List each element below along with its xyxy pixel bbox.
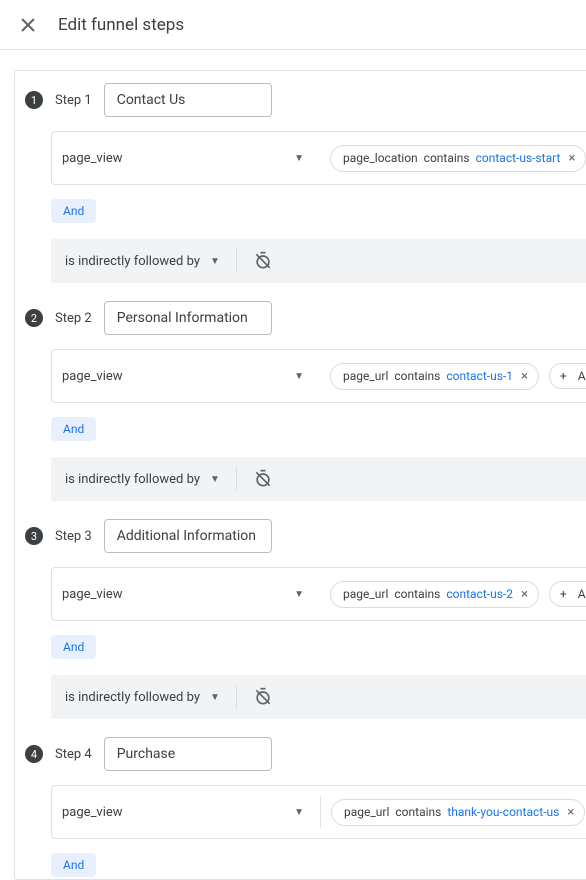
followed-by-bar: is indirectly followed by ▼ bbox=[51, 675, 586, 719]
event-select[interactable]: page_view ▼ bbox=[62, 146, 310, 170]
step-name-input[interactable] bbox=[104, 83, 272, 117]
funnel-step: 4 Step 4 page_view ▼ page_url contains th… bbox=[25, 737, 586, 879]
condition-block: page_view ▼ page_url contains contact-us-… bbox=[51, 567, 586, 621]
step-label: Step 1 bbox=[55, 93, 92, 108]
step-head: 4 Step 4 bbox=[25, 737, 586, 771]
steps-container: 1 Step 1 page_view ▼ page_location contai… bbox=[14, 70, 586, 880]
event-name: page_view bbox=[62, 151, 123, 166]
condition-value: contact-us-1 bbox=[446, 369, 513, 383]
condition-value: contact-us-start bbox=[476, 151, 561, 165]
steps-scroll: 1 Step 1 page_view ▼ page_location contai… bbox=[0, 50, 586, 880]
step-name-input[interactable] bbox=[104, 519, 272, 553]
dialog-title: Edit funnel steps bbox=[58, 15, 184, 35]
remove-condition-icon[interactable]: × bbox=[568, 151, 575, 166]
add-condition-button[interactable]: + Ad bbox=[549, 363, 586, 389]
timer-off-icon[interactable] bbox=[253, 251, 273, 271]
and-operator-button[interactable]: And bbox=[51, 417, 96, 441]
chevron-down-icon: ▼ bbox=[294, 153, 304, 164]
condition-row: page_view ▼ page_url contains thank-you-c… bbox=[62, 796, 586, 828]
followed-by-label: is indirectly followed by bbox=[65, 690, 200, 705]
step-number-badge: 2 bbox=[25, 309, 43, 327]
remove-condition-icon[interactable]: × bbox=[567, 805, 574, 820]
condition-value: contact-us-2 bbox=[446, 587, 513, 601]
and-operator-button[interactable]: And bbox=[51, 853, 96, 877]
followed-by-label: is indirectly followed by bbox=[65, 472, 200, 487]
event-select[interactable]: page_view ▼ bbox=[62, 364, 310, 388]
plus-icon: + bbox=[560, 369, 567, 383]
step-body: page_view ▼ page_location contains contac… bbox=[51, 131, 586, 225]
funnel-step: 1 Step 1 page_view ▼ page_location contai… bbox=[25, 83, 586, 283]
timer-off-icon[interactable] bbox=[253, 469, 273, 489]
chevron-down-icon: ▼ bbox=[210, 256, 220, 267]
condition-row: page_view ▼ page_url contains contact-us-… bbox=[62, 360, 586, 392]
step-head: 1 Step 1 bbox=[25, 83, 586, 117]
funnel-step: 3 Step 3 page_view ▼ page_url contains co… bbox=[25, 519, 586, 719]
chevron-down-icon: ▼ bbox=[294, 807, 304, 818]
followed-by-bar: is indirectly followed by ▼ bbox=[51, 457, 586, 501]
event-name: page_view bbox=[62, 369, 123, 384]
followed-by-select[interactable]: is indirectly followed by ▼ bbox=[65, 472, 220, 487]
condition-param: page_location bbox=[343, 151, 418, 165]
followed-by-bar: is indirectly followed by ▼ bbox=[51, 239, 586, 283]
plus-icon: + bbox=[560, 587, 567, 601]
condition-param: page_url bbox=[343, 587, 388, 601]
followed-by-select[interactable]: is indirectly followed by ▼ bbox=[65, 690, 220, 705]
close-icon[interactable] bbox=[16, 13, 40, 37]
chevron-down-icon: ▼ bbox=[210, 474, 220, 485]
event-name: page_view bbox=[62, 587, 123, 602]
add-label: Ad bbox=[578, 587, 586, 601]
condition-value: thank-you-contact-us bbox=[447, 805, 559, 819]
and-operator-button[interactable]: And bbox=[51, 635, 96, 659]
remove-condition-icon[interactable]: × bbox=[521, 369, 528, 384]
step-name-input[interactable] bbox=[104, 737, 272, 771]
chevron-down-icon: ▼ bbox=[210, 692, 220, 703]
chevron-down-icon: ▼ bbox=[294, 589, 304, 600]
add-condition-button[interactable]: + Ad bbox=[549, 581, 586, 607]
condition-block: page_view ▼ page_url contains thank-you-c… bbox=[51, 785, 586, 839]
condition-block: page_view ▼ page_url contains contact-us-… bbox=[51, 349, 586, 403]
event-select[interactable]: page_view ▼ bbox=[62, 582, 310, 606]
step-body: page_view ▼ page_url contains thank-you-c… bbox=[51, 785, 586, 879]
step-number-badge: 1 bbox=[25, 91, 43, 109]
step-head: 3 Step 3 bbox=[25, 519, 586, 553]
condition-chip[interactable]: page_location contains contact-us-start … bbox=[330, 145, 586, 172]
condition-chip[interactable]: page_url contains contact-us-1 × bbox=[330, 363, 539, 390]
condition-param: page_url bbox=[343, 369, 388, 383]
step-body: page_view ▼ page_url contains contact-us-… bbox=[51, 349, 586, 443]
event-select[interactable]: page_view ▼ bbox=[62, 800, 310, 824]
condition-chip[interactable]: page_url contains contact-us-2 × bbox=[330, 581, 539, 608]
funnel-step: 2 Step 2 page_view ▼ page_url contains co… bbox=[25, 301, 586, 501]
chevron-down-icon: ▼ bbox=[294, 371, 304, 382]
vertical-divider bbox=[236, 249, 237, 273]
vertical-divider bbox=[236, 467, 237, 491]
step-name-input[interactable] bbox=[104, 301, 272, 335]
condition-block: page_view ▼ page_location contains contac… bbox=[51, 131, 586, 185]
followed-by-select[interactable]: is indirectly followed by ▼ bbox=[65, 254, 220, 269]
condition-row: page_view ▼ page_url contains contact-us-… bbox=[62, 578, 586, 610]
step-label: Step 4 bbox=[55, 747, 92, 762]
timer-off-icon[interactable] bbox=[253, 687, 273, 707]
and-operator-button[interactable]: And bbox=[51, 199, 96, 223]
step-label: Step 2 bbox=[55, 311, 92, 326]
condition-op: contains bbox=[395, 805, 441, 819]
condition-op: contains bbox=[424, 151, 470, 165]
event-name: page_view bbox=[62, 805, 123, 820]
dialog-header: Edit funnel steps bbox=[0, 0, 586, 50]
step-number-badge: 4 bbox=[25, 745, 43, 763]
condition-op: contains bbox=[394, 587, 440, 601]
step-head: 2 Step 2 bbox=[25, 301, 586, 335]
vertical-divider bbox=[320, 796, 321, 828]
step-body: page_view ▼ page_url contains contact-us-… bbox=[51, 567, 586, 661]
condition-row: page_view ▼ page_location contains contac… bbox=[62, 142, 586, 174]
condition-op: contains bbox=[394, 369, 440, 383]
condition-param: page_url bbox=[344, 805, 389, 819]
add-label: Ad bbox=[578, 369, 586, 383]
remove-condition-icon[interactable]: × bbox=[521, 587, 528, 602]
vertical-divider bbox=[236, 685, 237, 709]
step-label: Step 3 bbox=[55, 529, 92, 544]
step-number-badge: 3 bbox=[25, 527, 43, 545]
followed-by-label: is indirectly followed by bbox=[65, 254, 200, 269]
condition-chip[interactable]: page_url contains thank-you-contact-us × bbox=[331, 799, 585, 826]
